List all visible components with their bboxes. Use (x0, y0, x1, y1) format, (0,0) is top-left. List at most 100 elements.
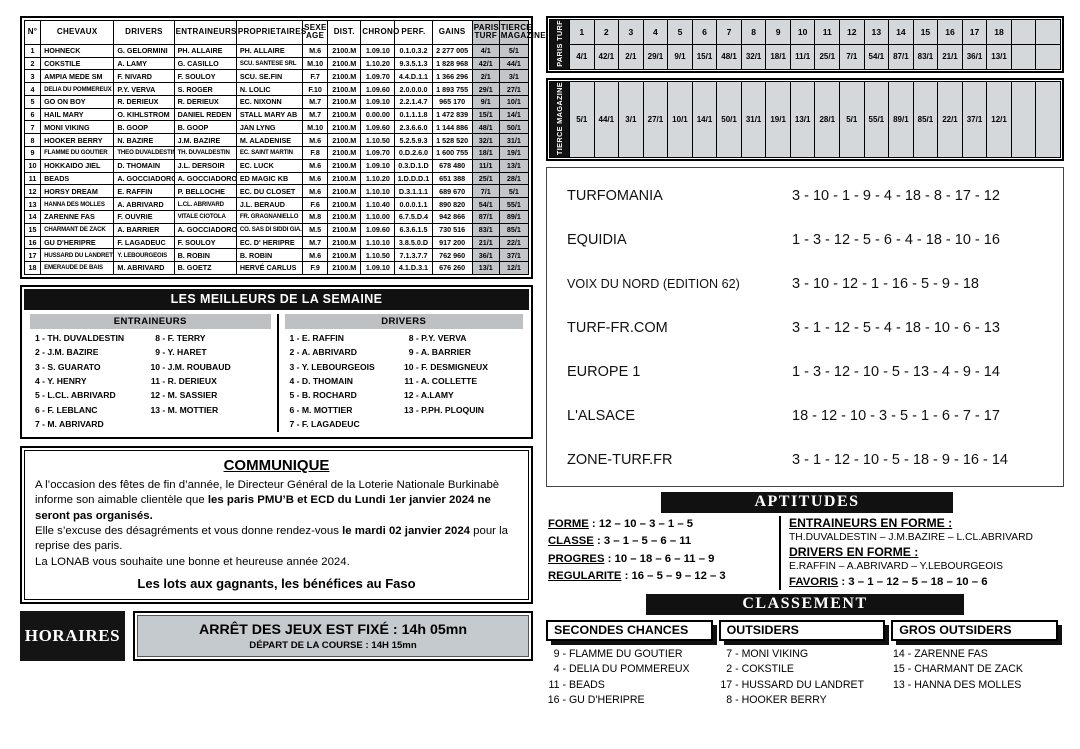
list-item-rank: 7 - (726, 647, 739, 660)
cell-gains: 1 893 755 (431, 82, 473, 96)
cell-proprietaire: M. ALADENISE (235, 133, 304, 148)
table-row[interactable]: 17 HUSSARD DU LANDRET Y. LEBOURGEOIS B. ROB… (23, 248, 530, 263)
list-item-label: M. MOTTIER (299, 404, 353, 415)
cell-paris-turf: 32/1 (471, 133, 500, 148)
list-item: 12 - A.LAMY (404, 388, 523, 402)
table-row[interactable]: 6 HAIL MARY O. KIHLSTROM DANIEL REDEN STALL … (23, 107, 530, 122)
list-item: 5 - L.CL. ABRIVARD (30, 388, 150, 402)
cell-proprietaire: EC. DU CLOSET (235, 184, 304, 199)
list-item-label: ZARENNE FAS (911, 647, 988, 660)
aptitude-value: : 12 – 10 – 3 – 1 – 5 (588, 517, 694, 530)
best-of-week-panel: LES MEILLEURS DE LA SEMAINE ENTRAINEURS … (20, 284, 533, 439)
list-item-rank: 13 - (403, 404, 419, 415)
list-item-label: P.Y. VERVA (418, 332, 467, 343)
list-item: 3 - Y. LEBOURGEOIS (285, 360, 404, 374)
table-row[interactable]: 8 HOOKER BERRY N. BAZIRE J.M. BAZIRE M. ALAD… (23, 133, 530, 148)
aptitude-value: : 3 – 1 – 5 – 6 – 11 (593, 535, 692, 548)
classement-tag-wrap: OUTSIDERS (718, 619, 889, 645)
table-row[interactable]: 1 HOHNECK G. GELORMINI PH. ALLAIRE PH. ALLAI… (23, 43, 530, 58)
pronostic-picks: 3 - 1 - 12 - 5 - 4 - 18 - 10 - 6 - 13 (792, 319, 1000, 336)
list-item: 4 - D. THOMAIN (285, 374, 404, 388)
paris-turf-odds-table: PARIS TURF 1 2 3 4 5 6 7 8 9 10 11 12 13 14 15 16 17 18 4… (549, 19, 1061, 70)
table-row[interactable]: 9 FLAMME DU GOUTIER THEO DUVALDESTIN TH. DU… (23, 146, 530, 160)
list-item-rank: 10 - (403, 361, 419, 372)
cell-paris-turf: 18/1 (471, 146, 500, 160)
col-tierce-magazine: TIERCE MAGAZINE (498, 20, 546, 45)
list-item: 10 - F. DESMIGNEUX (404, 360, 523, 374)
list-item-label: A.LAMY (418, 390, 454, 401)
cell-chrono: 1.09.60 (360, 82, 396, 96)
best-entraineurs-half: ENTRAINEURS 1 - TH. DUVALDESTIN 2 - J.M. … (24, 313, 277, 432)
cell-perf: 9.3.5.1.3 (394, 56, 433, 71)
table-row[interactable]: 3 AMPIA MEDE SM F. NIVARD F. SOULOY SCU. SE.… (23, 69, 530, 84)
table-row[interactable]: 7 MONI VIKING B. GOOP B. GOOP JAN LYNG M.10 21… (23, 120, 530, 135)
table-row[interactable]: 14 ZARENNE FAS F. OUVRIE VITALE CIOTOLA FR. … (23, 209, 530, 224)
pronostic-source: L'ALSACE (567, 407, 636, 424)
paris-turf-odds-cell: 9/1 (667, 43, 693, 70)
cell-n: 6 (23, 107, 42, 122)
cell-n: 7 (23, 120, 42, 135)
cell-driver: B. GOOP (113, 120, 175, 135)
cell-tierce-magazine: 19/1 (498, 146, 530, 160)
cell-dist: 2100.M (327, 94, 362, 109)
list-item-label: S. GUARATO (45, 361, 101, 372)
odds-number-cell: 2 (593, 19, 620, 45)
list-item-label: M. MOTTIER (165, 404, 219, 415)
cell-dist: 2100.M (327, 56, 362, 71)
cell-dist: 2100.M (327, 171, 362, 186)
odds-number-cell: 1 (569, 19, 595, 45)
cell-driver: A. GOCCIADORO (113, 171, 175, 186)
list-item: 8 - HOOKER BERRY (719, 693, 886, 709)
paris-turf-odds-cell: 11/1 (789, 43, 816, 70)
table-row[interactable]: 15 CHARMANT DE ZACK A. BARRIER A. GOCCIADOR… (23, 222, 530, 237)
cell-cheval: HOKKAIDO JIEL (40, 158, 115, 173)
tierce-odds-cell: 14/1 (691, 80, 718, 158)
table-row[interactable]: 16 GU D'HERIPRE F. LAGADEUC F. SOULOY EC. D'… (23, 235, 530, 250)
cell-driver: F. OUVRIE (113, 209, 175, 224)
table-row[interactable]: 5 GO ON BOY R. DERIEUX R. DERIEUX EC. NIXONN… (23, 94, 530, 109)
cell-sexe: M.6 (302, 184, 329, 199)
table-row[interactable]: 10 HOKKAIDO JIEL D. THOMAIN J.L. DERSOIR EC.… (23, 158, 530, 173)
aptitude-label: PROGRES (548, 552, 605, 565)
pronostic-row: L'ALSACE 18 - 12 - 10 - 3 - 5 - 1 - 6 - 7… (547, 394, 1063, 438)
table-row[interactable]: 2 COKSTILE A. LAMY G. CASILLO SCU. SANTESE S… (23, 56, 530, 71)
cell-entraineur: P. BELLOCHE (173, 184, 237, 199)
cell-cheval: HAIL MARY (40, 107, 115, 122)
cell-gains: 942 866 (431, 209, 473, 224)
aptitudes-left: FORME : 12 – 10 – 3 – 1 – 5 CLASSE : 3 – … (546, 516, 779, 590)
pronostic-source: VOIX DU NORD (EDITION 62) (567, 276, 740, 291)
drivers-en-forme-head: DRIVERS EN FORME : (789, 544, 919, 559)
list-item: 6 - F. LEBLANC (30, 403, 150, 417)
cell-paris-turf: 87/1 (471, 209, 500, 224)
cell-cheval: GO ON BOY (40, 94, 115, 109)
cell-tierce-magazine: 44/1 (498, 56, 530, 71)
table-row[interactable]: 12 HORSY DREAM E. RAFFIN P. BELLOCHE EC. DU … (23, 184, 530, 199)
table-row[interactable]: 11 BEADS A. GOCCIADORO A. GOCCIADORO ED MAGI… (23, 171, 530, 186)
cell-chrono: 1.10.20 (360, 171, 396, 186)
cell-proprietaire: N. LOLIC (235, 82, 304, 96)
list-item-rank: 14 - (893, 647, 912, 660)
cell-entraineur: B. ROBIN (173, 248, 237, 263)
table-row[interactable]: 4 DELIA DU POMMEREUX P.Y. VERVA S. ROGER N. … (23, 82, 530, 96)
cell-tierce-magazine: 31/1 (498, 133, 530, 148)
cell-cheval: DELIA DU POMMEREUX (40, 82, 115, 96)
table-row[interactable]: 13 HANNA DES MOLLES A. ABRIVARD L.CL. ABRIV… (23, 197, 530, 211)
cell-proprietaire: PH. ALLAIRE (235, 43, 304, 58)
cell-proprietaire: EC. D' HERIPRE (235, 235, 304, 250)
list-item-rank: 3 - (34, 361, 45, 372)
communique-p3: La LONAB vous souhaite une bonne et heur… (35, 555, 350, 568)
classement-column-title: OUTSIDERS (718, 619, 886, 641)
cell-gains: 1 528 520 (431, 133, 473, 148)
list-item-label: Y. HENRY (45, 376, 87, 387)
table-row[interactable]: 18 EMERAUDE DE BAIS M. ABRIVARD B. GOETZ HER… (23, 261, 530, 275)
list-item-rank: 2 - (34, 347, 45, 358)
cell-dist: 2100.M (327, 261, 362, 275)
cell-driver: A. ABRIVARD (113, 197, 175, 211)
col-numero: N° (23, 20, 42, 45)
list-item: 13 - HANNA DES MOLLES (891, 678, 1058, 694)
cell-dist: 2100.M (327, 248, 362, 263)
cell-entraineur: G. CASILLO (173, 56, 237, 71)
odds-number-cell: 11 (814, 19, 841, 45)
cell-cheval: CHARMANT DE ZACK (40, 222, 115, 237)
cell-entraineur: VITALE CIOTOLA (173, 209, 237, 224)
